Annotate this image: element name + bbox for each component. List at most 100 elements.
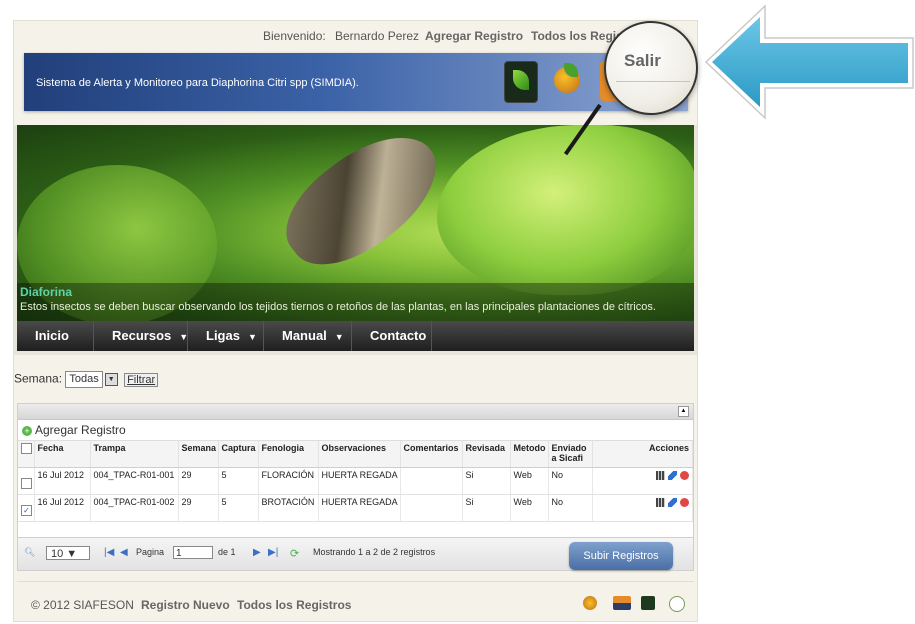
column-header[interactable]: Semana bbox=[178, 441, 219, 468]
cell-comentarios bbox=[400, 467, 463, 495]
records-grid: ▲ + Agregar Registro Fecha Trampa Semana … bbox=[17, 403, 694, 571]
edit-pencil-icon[interactable] bbox=[668, 471, 677, 481]
column-header[interactable]: Captura bbox=[218, 441, 259, 468]
add-record-link[interactable]: Agregar Registro bbox=[425, 29, 523, 43]
table-row[interactable]: 16 Jul 2012 004_TPAC-R01-001 29 5 FLORAC… bbox=[18, 467, 693, 495]
cell-fenologia: FLORACIÓN bbox=[258, 467, 319, 495]
cell-captura: 5 bbox=[218, 467, 259, 495]
siafeson-logo-icon bbox=[504, 61, 538, 103]
cell-fenologia: BROTACIÓN bbox=[258, 494, 319, 522]
system-title: Sistema de Alerta y Monitoreo para Diaph… bbox=[36, 77, 359, 89]
hero-section: Diaforina Estos insectos se deben buscar… bbox=[14, 125, 697, 355]
nav-item-recursos[interactable]: Recursos ▼ bbox=[94, 321, 188, 351]
prev-page-icon[interactable]: ◀ bbox=[120, 547, 128, 558]
caption-title: Diaforina bbox=[20, 285, 73, 299]
logout-label[interactable]: Salir bbox=[624, 51, 661, 71]
nav-item-contacto[interactable]: Contacto bbox=[352, 321, 432, 351]
caption-text: Estos insectos se deben buscar observand… bbox=[20, 301, 656, 313]
filter-button[interactable]: Filtrar bbox=[124, 372, 159, 387]
cell-observaciones: HUERTA REGADA bbox=[318, 494, 401, 522]
row-actions bbox=[592, 494, 693, 522]
page-label: Pagina bbox=[136, 547, 165, 557]
psyllid-insect-image bbox=[267, 125, 457, 288]
footer-all-records-link[interactable]: Todos los Registros bbox=[237, 598, 351, 612]
column-header[interactable]: Fecha bbox=[34, 441, 91, 468]
cell-metodo: Web bbox=[510, 467, 549, 495]
greeting-label: Bienvenido: bbox=[263, 29, 326, 43]
pointer-arrow-icon bbox=[704, 4, 914, 120]
row-checkbox[interactable] bbox=[21, 478, 32, 489]
column-header[interactable]: Metodo bbox=[510, 441, 549, 468]
pager-status: Mostrando 1 a 2 de 2 registros bbox=[313, 547, 436, 557]
first-page-icon[interactable]: |◀ bbox=[104, 547, 114, 558]
collapse-icon[interactable]: ▲ bbox=[678, 406, 689, 417]
logout-magnifier-callout: Salir bbox=[604, 21, 698, 115]
cell-revisada: Si bbox=[462, 467, 511, 495]
plus-icon: + bbox=[22, 425, 32, 436]
page-count: de 1 bbox=[218, 547, 236, 557]
upload-records-button[interactable]: Subir Registros bbox=[569, 542, 673, 570]
cell-comentarios bbox=[400, 494, 463, 522]
cell-trampa: 004_TPAC-R01-002 bbox=[90, 494, 179, 522]
row-checkbox[interactable]: ✓ bbox=[21, 505, 32, 516]
next-page-icon[interactable]: ▶ bbox=[253, 547, 261, 558]
cell-semana: 29 bbox=[178, 494, 219, 522]
search-icon[interactable]: 🔍︎ bbox=[24, 547, 35, 558]
grid-pager: 🔍︎ 10 ▼ |◀ ◀ Pagina 1 de 1 ▶ ▶| ⟳ Mostra… bbox=[18, 537, 693, 570]
grid-titlebar: ▲ bbox=[18, 404, 693, 420]
qr-code-icon[interactable] bbox=[656, 471, 665, 481]
cell-trampa: 004_TPAC-R01-001 bbox=[90, 467, 179, 495]
week-filter: Semana: Todas ▼ Filtrar bbox=[14, 371, 159, 388]
records-table: Fecha Trampa Semana Captura Fenologia Ob… bbox=[18, 441, 693, 522]
add-record-button[interactable]: + Agregar Registro bbox=[22, 423, 126, 437]
column-header[interactable]: Fenologia bbox=[258, 441, 319, 468]
footer-copyright: © 2012 SIAFESON bbox=[31, 598, 134, 612]
cell-enviado: No bbox=[548, 494, 593, 522]
user-name: Bernardo Perez bbox=[335, 29, 420, 43]
column-header[interactable]: Trampa bbox=[90, 441, 179, 468]
chevron-down-icon: ▼ bbox=[179, 332, 189, 342]
hero-caption: Diaforina Estos insectos se deben buscar… bbox=[17, 283, 694, 321]
main-nav: Inicio Recursos ▼ Ligas ▼ Manual ▼ Contacto bbox=[17, 321, 694, 351]
nav-item-ligas[interactable]: Ligas ▼ bbox=[188, 321, 264, 351]
cell-observaciones: HUERTA REGADA bbox=[318, 467, 401, 495]
cell-fecha: 16 Jul 2012 bbox=[34, 467, 91, 495]
siafeson-logo-icon bbox=[641, 596, 655, 610]
qr-code-icon[interactable] bbox=[656, 498, 665, 508]
column-header[interactable]: Revisada bbox=[462, 441, 511, 468]
all-records-link[interactable]: Todos los Regis bbox=[531, 29, 623, 43]
column-header[interactable]: Observaciones bbox=[318, 441, 401, 468]
week-label: Semana: bbox=[14, 371, 63, 386]
site-header: Sistema de Alerta y Monitoreo para Diaph… bbox=[24, 53, 688, 111]
nav-item-inicio[interactable]: Inicio bbox=[17, 321, 94, 351]
nav-item-manual[interactable]: Manual ▼ bbox=[264, 321, 352, 351]
select-all-header bbox=[18, 441, 35, 468]
footer-new-record-link[interactable]: Registro Nuevo bbox=[141, 598, 230, 612]
row-actions bbox=[592, 467, 693, 495]
chevron-down-icon[interactable]: ▼ bbox=[104, 373, 118, 386]
refresh-icon[interactable]: ⟳ bbox=[290, 547, 299, 560]
cell-captura: 5 bbox=[218, 494, 259, 522]
cell-enviado: No bbox=[548, 467, 593, 495]
week-select[interactable]: Todas bbox=[65, 371, 103, 388]
cell-revisada: Si bbox=[462, 494, 511, 522]
chevron-down-icon: ▼ bbox=[247, 332, 257, 342]
column-header: Acciones bbox=[592, 441, 693, 468]
table-row[interactable]: ✓ 16 Jul 2012 004_TPAC-R01-002 29 5 BROT… bbox=[18, 494, 693, 522]
senasica-logo-icon bbox=[669, 596, 685, 612]
citrus-logo-icon bbox=[583, 596, 597, 610]
page-input[interactable]: 1 bbox=[173, 546, 213, 559]
top-bar: Bienvenido: Bernardo Perez Agregar Regis… bbox=[14, 21, 697, 49]
column-header[interactable]: Comentarios bbox=[400, 441, 463, 468]
citrus-logo-icon bbox=[552, 61, 584, 101]
hero-image: Diaforina Estos insectos se deben buscar… bbox=[17, 125, 694, 321]
edit-pencil-icon[interactable] bbox=[668, 498, 677, 508]
delete-icon[interactable] bbox=[680, 498, 689, 508]
column-header[interactable]: Enviado a Sicafi bbox=[548, 441, 593, 468]
delete-icon[interactable] bbox=[680, 471, 689, 481]
grid-toolbar: + Agregar Registro bbox=[18, 420, 693, 441]
last-page-icon[interactable]: ▶| bbox=[268, 547, 278, 558]
page-size-select[interactable]: 10 ▼ bbox=[46, 546, 90, 560]
select-all-checkbox[interactable] bbox=[21, 443, 32, 454]
cell-metodo: Web bbox=[510, 494, 549, 522]
